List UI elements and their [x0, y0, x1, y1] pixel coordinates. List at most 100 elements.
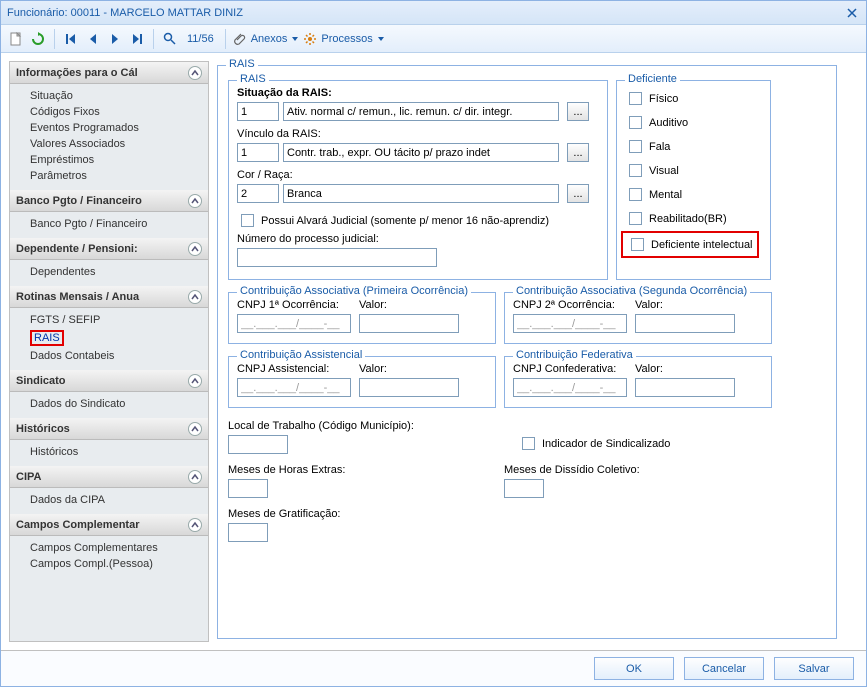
cor-label: Cor / Raça: — [237, 169, 293, 181]
sidebar-item[interactable]: Situação — [30, 88, 208, 104]
cnpj-confed-label: CNPJ Confederativa: — [513, 363, 616, 375]
sidebar-item[interactable]: Eventos Programados — [30, 120, 208, 136]
first-icon[interactable] — [62, 30, 80, 48]
sidebar-item[interactable]: Dependentes — [30, 264, 208, 280]
reabilitado-checkbox[interactable] — [629, 212, 642, 225]
accordion-header[interactable]: Dependente / Pensioni: — [10, 238, 208, 260]
refresh-icon[interactable] — [29, 30, 47, 48]
chevron-down-icon — [377, 35, 385, 43]
vinculo-lookup-button[interactable]: ... — [567, 143, 589, 162]
last-icon[interactable] — [128, 30, 146, 48]
meses-he-label: Meses de Horas Extras: — [228, 464, 345, 476]
sidebar-item[interactable]: Campos Compl.(Pessoa) — [30, 556, 208, 572]
numproc-input[interactable] — [237, 248, 437, 267]
fisico-checkbox[interactable] — [629, 92, 642, 105]
valor-assist-input[interactable] — [359, 378, 459, 397]
contrib-assist-legend: Contribuição Assistencial — [237, 349, 365, 361]
accordion-header[interactable]: Históricos — [10, 418, 208, 440]
numproc-label: Número do processo judicial: — [237, 233, 379, 245]
intelectual-checkbox[interactable] — [631, 238, 644, 251]
processos-menu[interactable]: Processos — [303, 32, 384, 46]
next-icon[interactable] — [106, 30, 124, 48]
deficiente-legend: Deficiente — [625, 73, 680, 85]
close-icon[interactable] — [844, 5, 860, 21]
chevron-up-icon — [188, 194, 202, 208]
accordion-header[interactable]: Informações para o Cál — [10, 62, 208, 84]
vinculo-code-input[interactable] — [237, 143, 279, 162]
save-button[interactable]: Salvar — [774, 657, 854, 680]
gear-icon — [303, 32, 317, 46]
situacao-label: Situação da RAIS: — [237, 87, 332, 99]
accordion-header[interactable]: Banco Pgto / Financeiro — [10, 190, 208, 212]
sidebar-item[interactable]: Dados da CIPA — [30, 492, 208, 508]
contrib-assoc1-legend: Contribuição Associativa (Primeira Ocorr… — [237, 285, 471, 297]
anexos-menu[interactable]: Anexos — [233, 32, 300, 46]
meses-dc-input[interactable] — [504, 479, 544, 498]
meses-dc-label: Meses de Dissídio Coletivo: — [504, 464, 640, 476]
sidebar-item[interactable]: Campos Complementares — [30, 540, 208, 556]
cor-lookup-button[interactable]: ... — [567, 184, 589, 203]
cor-desc-input[interactable] — [283, 184, 559, 203]
sidebar-item[interactable]: Valores Associados — [30, 136, 208, 152]
window-title: Funcionário: 00011 - MARCELO MATTAR DINI… — [7, 7, 844, 19]
valor-label-3: Valor: — [359, 363, 387, 375]
cnpj-assist-input[interactable] — [237, 378, 351, 397]
cnpj-confed-input[interactable] — [513, 378, 627, 397]
cnpj2-input[interactable] — [513, 314, 627, 333]
prev-icon[interactable] — [84, 30, 102, 48]
accordion-header[interactable]: Campos Complementar — [10, 514, 208, 536]
cancel-button[interactable]: Cancelar — [684, 657, 764, 680]
ok-button[interactable]: OK — [594, 657, 674, 680]
alvara-checkbox[interactable] — [241, 214, 254, 227]
sidebar-item[interactable]: Parâmetros — [30, 168, 208, 184]
accordion-header[interactable]: Sindicato — [10, 370, 208, 392]
vinculo-desc-input[interactable] — [283, 143, 559, 162]
local-trabalho-input[interactable] — [228, 435, 288, 454]
situacao-lookup-button[interactable]: ... — [567, 102, 589, 121]
valor-label-2: Valor: — [635, 299, 663, 311]
situacao-desc-input[interactable] — [283, 102, 559, 121]
meses-he-input[interactable] — [228, 479, 268, 498]
cnpj2-label: CNPJ 2ª Ocorrência: — [513, 299, 615, 311]
indicador-sind-checkbox[interactable] — [522, 437, 535, 450]
sidebar-item[interactable]: RAIS — [30, 328, 208, 348]
rais-outer-legend: RAIS — [226, 58, 258, 70]
visual-checkbox[interactable] — [629, 164, 642, 177]
valor-confed-input[interactable] — [635, 378, 735, 397]
sidebar-item[interactable]: Históricos — [30, 444, 208, 460]
valor-label-1: Valor: — [359, 299, 387, 311]
auditivo-checkbox[interactable] — [629, 116, 642, 129]
situacao-code-input[interactable] — [237, 102, 279, 121]
sidebar-item[interactable]: Dados Contabeis — [30, 348, 208, 364]
paperclip-icon — [233, 32, 247, 46]
meses-grat-input[interactable] — [228, 523, 268, 542]
sidebar-item[interactable]: Códigos Fixos — [30, 104, 208, 120]
meses-grat-label: Meses de Gratificação: — [228, 508, 341, 520]
valor1-input[interactable] — [359, 314, 459, 333]
chevron-down-icon — [291, 35, 299, 43]
fala-checkbox[interactable] — [629, 140, 642, 153]
accordion-header[interactable]: CIPA — [10, 466, 208, 488]
mental-checkbox[interactable] — [629, 188, 642, 201]
cor-code-input[interactable] — [237, 184, 279, 203]
sidebar-item[interactable]: Banco Pgto / Financeiro — [30, 216, 208, 232]
chevron-up-icon — [188, 290, 202, 304]
accordion-header[interactable]: Rotinas Mensais / Anua — [10, 286, 208, 308]
sidebar-item[interactable]: FGTS / SEFIP — [30, 312, 208, 328]
chevron-up-icon — [188, 242, 202, 256]
page-counter: 11/56 — [187, 33, 214, 45]
indicador-sind-label: Indicador de Sindicalizado — [542, 438, 670, 450]
new-icon[interactable] — [7, 30, 25, 48]
sidebar: Informações para o Cál SituaçãoCódigos Fi… — [9, 61, 209, 642]
contrib-assoc2-legend: Contribuição Associativa (Segunda Ocorrê… — [513, 285, 750, 297]
contrib-feder-legend: Contribuição Federativa — [513, 349, 636, 361]
valor-label-4: Valor: — [635, 363, 663, 375]
sidebar-item[interactable]: Empréstimos — [30, 152, 208, 168]
search-icon[interactable] — [161, 30, 179, 48]
valor2-input[interactable] — [635, 314, 735, 333]
cnpj1-input[interactable] — [237, 314, 351, 333]
chevron-up-icon — [188, 422, 202, 436]
sidebar-item[interactable]: Dados do Sindicato — [30, 396, 208, 412]
vinculo-label: Vínculo da RAIS: — [237, 128, 321, 140]
rais-inner-legend: RAIS — [237, 73, 269, 85]
